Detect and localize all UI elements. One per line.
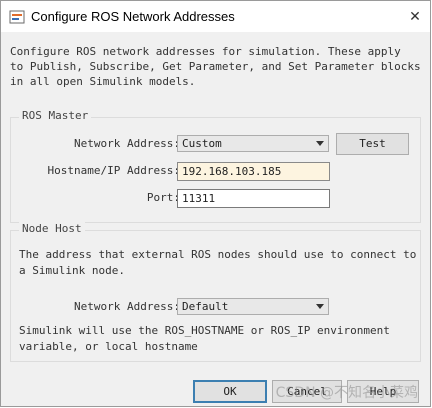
- test-button[interactable]: Test: [336, 133, 409, 155]
- cancel-button-label: Cancel: [287, 385, 327, 398]
- host-network-address-value: Default: [182, 300, 229, 313]
- port-value: 11311: [182, 192, 216, 205]
- node-host-intro-line: a Simulink node.: [19, 264, 125, 277]
- node-host-note-line: Simulink will use the ROS_HOSTNAME or RO…: [19, 324, 390, 337]
- ros-master-group: ROS Master Network Address: Custom Test …: [10, 109, 421, 223]
- chevron-down-icon: [316, 304, 324, 309]
- master-network-address-value: Custom: [182, 137, 222, 150]
- help-button-label: Help: [369, 385, 397, 398]
- matlab-app-icon: [9, 10, 25, 24]
- host-network-address-label: Network Address:: [74, 300, 180, 313]
- master-network-address-label: Network Address:: [74, 137, 180, 150]
- ok-button[interactable]: OK: [193, 380, 267, 403]
- description-line: Configure ROS network addresses for simu…: [10, 45, 401, 58]
- hostname-label: Hostname/IP Address:: [47, 164, 180, 177]
- description-line: in all open Simulink models.: [10, 75, 196, 88]
- node-host-group: Node Host The address that external ROS …: [10, 222, 421, 362]
- node-host-intro-line: The address that external ROS nodes shou…: [19, 248, 417, 261]
- node-host-note: Simulink will use the ROS_HOSTNAME or RO…: [19, 323, 390, 355]
- node-host-group-label: Node Host: [19, 222, 85, 235]
- description-line: to Publish, Subscribe, Get Parameter, an…: [10, 60, 421, 73]
- close-icon: ✕: [409, 8, 421, 25]
- port-label: Port:: [146, 191, 180, 204]
- host-network-address-dropdown[interactable]: Default: [177, 298, 329, 315]
- close-button[interactable]: ✕: [400, 1, 430, 32]
- dialog-content: Configure ROS network addresses for simu…: [1, 32, 430, 406]
- ok-button-label: OK: [223, 385, 237, 398]
- chevron-down-icon: [316, 141, 324, 146]
- hostname-value: 192.168.103.185: [182, 165, 282, 178]
- window-title: Configure ROS Network Addresses: [31, 9, 235, 24]
- hostname-input[interactable]: 192.168.103.185: [177, 162, 330, 181]
- test-button-label: Test: [359, 137, 386, 150]
- dialog-description: Configure ROS network addresses for simu…: [10, 44, 422, 89]
- help-button[interactable]: Help: [347, 380, 419, 403]
- title-bar[interactable]: Configure ROS Network Addresses ✕: [1, 1, 430, 32]
- ros-master-group-label: ROS Master: [19, 109, 92, 122]
- port-input[interactable]: 11311: [177, 189, 330, 208]
- node-host-note-line: variable, or local hostname: [19, 340, 198, 353]
- cancel-button[interactable]: Cancel: [272, 380, 342, 403]
- dialog-window: Configure ROS Network Addresses ✕ Config…: [0, 0, 431, 407]
- master-network-address-dropdown[interactable]: Custom: [177, 135, 329, 152]
- node-host-intro: The address that external ROS nodes shou…: [19, 247, 416, 279]
